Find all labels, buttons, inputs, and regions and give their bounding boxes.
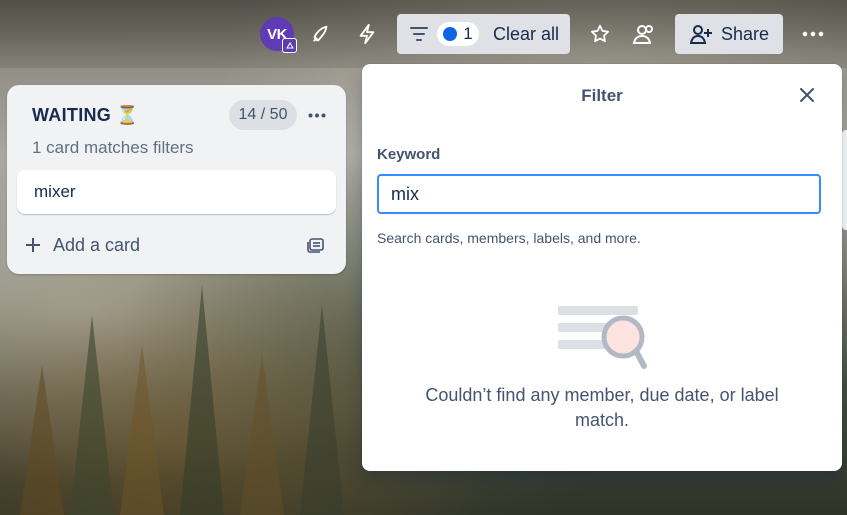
clear-all-button[interactable]: Clear all xyxy=(493,24,559,45)
card[interactable]: mixer xyxy=(17,170,336,214)
more-icon xyxy=(308,113,326,117)
lightning-icon xyxy=(359,23,375,45)
filter-match-text: 1 card matches filters xyxy=(32,138,194,157)
more-icon xyxy=(802,31,824,37)
share-button[interactable]: Share xyxy=(675,14,783,54)
visibility-button[interactable] xyxy=(630,20,658,48)
team-visibility-icon xyxy=(632,25,653,44)
rocket-icon xyxy=(313,25,328,42)
add-card-label: Add a card xyxy=(53,234,141,255)
keyword-label: Keyword xyxy=(377,146,441,163)
filter-icon xyxy=(401,25,437,43)
keyword-help-text: Search cards, members, labels, and more. xyxy=(377,230,641,246)
plus-icon xyxy=(26,238,40,252)
keyword-input[interactable] xyxy=(377,174,821,214)
filter-title: Filter xyxy=(581,86,623,105)
close-icon xyxy=(800,88,814,102)
member-avatar[interactable]: VK xyxy=(260,17,297,53)
board-menu-button[interactable] xyxy=(799,20,827,48)
share-label: Share xyxy=(720,23,770,44)
list-title[interactable]: WAITING ⏳ xyxy=(32,105,139,126)
admin-badge-icon xyxy=(282,38,297,53)
close-button[interactable] xyxy=(796,84,818,106)
automation-button[interactable] xyxy=(353,20,381,48)
next-list-edge xyxy=(842,130,847,230)
filter-active-dot xyxy=(443,27,458,41)
list-card-count: 14 / 50 xyxy=(229,100,297,130)
board-header: VK 1 Clear all Share xyxy=(0,0,847,68)
filter-button[interactable]: 1 Clear all xyxy=(397,14,570,54)
filter-count-badge: 1 xyxy=(437,22,479,46)
star-icon xyxy=(591,24,609,43)
add-card-button[interactable]: Add a card xyxy=(25,231,140,259)
list-menu-button[interactable] xyxy=(303,100,331,130)
power-ups-button[interactable] xyxy=(307,20,335,48)
no-results-search-icon xyxy=(556,304,648,377)
list-waiting: WAITING ⏳ 14 / 50 1 card matches filters… xyxy=(7,85,346,274)
star-button[interactable] xyxy=(586,20,614,48)
template-icon xyxy=(307,238,324,253)
card-title: mixer xyxy=(34,182,76,201)
filter-count: 1 xyxy=(463,24,473,43)
create-from-template-button[interactable] xyxy=(307,235,325,258)
add-person-icon xyxy=(689,25,712,44)
no-results-message: Couldn’t find any member, due date, or l… xyxy=(425,385,779,430)
filter-popover: Filter Keyword Search cards, members, la… xyxy=(362,64,842,471)
